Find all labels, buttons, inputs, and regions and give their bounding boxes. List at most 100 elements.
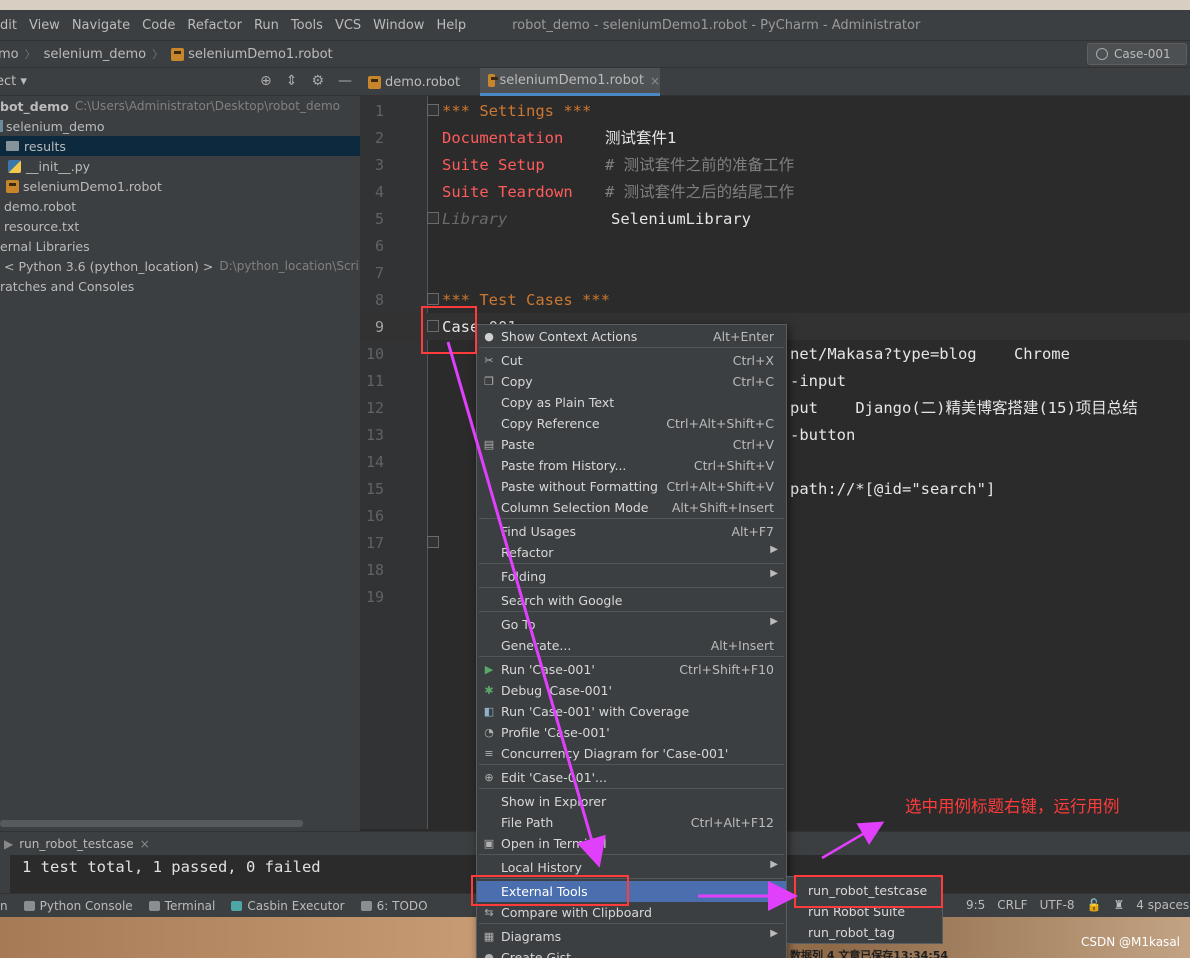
menu-item-column-selection-mode[interactable]: Column Selection Mode Alt+Shift+Insert bbox=[477, 497, 786, 518]
breadcrumb-file[interactable]: seleniumDemo1.robot bbox=[171, 47, 333, 62]
menu-refactor[interactable]: Refactor bbox=[181, 18, 248, 33]
menu-edit[interactable]: dit bbox=[0, 18, 23, 33]
menu-item-concurrency-diagram-for-case-001[interactable]: ≡ Concurrency Diagram for 'Case-001' bbox=[477, 743, 786, 764]
menu-item-external-tools[interactable]: External Tools ▶ bbox=[477, 881, 786, 902]
menu-item-copy-as-plain-text[interactable]: Copy as Plain Text bbox=[477, 392, 786, 413]
line-number: 2 bbox=[374, 129, 384, 147]
run-tab[interactable]: run_robot_testcase × bbox=[19, 837, 150, 851]
submenu-item-run-robot-suite[interactable]: run Robot Suite bbox=[787, 901, 942, 922]
menu-item-diagrams[interactable]: ▦ Diagrams ▶ bbox=[477, 926, 786, 947]
python-console-icon bbox=[23, 900, 35, 911]
code-line-2: Documentation bbox=[442, 125, 563, 152]
menu-item-open-in-terminal[interactable]: ▣ Open in Terminal bbox=[477, 833, 786, 854]
menu-view[interactable]: View bbox=[23, 18, 66, 33]
tree-item-init-py[interactable]: __init__.py bbox=[0, 156, 360, 176]
menu-item-show-context-actions[interactable]: ● Show Context Actions Alt+Enter bbox=[477, 326, 786, 347]
menu-run[interactable]: Run bbox=[248, 18, 285, 33]
menu-navigate[interactable]: Navigate bbox=[66, 18, 136, 33]
menu-item-profile-case-001[interactable]: ◔ Profile 'Case-001' bbox=[477, 722, 786, 743]
tab-demo-robot[interactable]: demo.robot bbox=[360, 68, 478, 96]
tree-item-python-sdk[interactable]: < Python 3.6 (python_location) > D:\pyth… bbox=[0, 256, 360, 276]
tree-item-external-libraries[interactable]: ernal Libraries bbox=[0, 236, 360, 256]
tool-window-run[interactable]: n bbox=[0, 899, 8, 913]
collapse-all-icon[interactable]: ⇕ bbox=[286, 73, 298, 89]
lock-icon[interactable]: 🔓 bbox=[1087, 898, 1102, 912]
menu-item-copy[interactable]: ❐ Copy Ctrl+C bbox=[477, 371, 786, 392]
menu-item-cut[interactable]: ✂ Cut Ctrl+X bbox=[477, 350, 786, 371]
menu-vcs[interactable]: VCS bbox=[329, 18, 367, 33]
tree-item-results[interactable]: results bbox=[0, 136, 360, 156]
tree-item-demo-robot[interactable]: demo.robot bbox=[0, 196, 360, 216]
menu-item-label: Copy as Plain Text bbox=[501, 395, 615, 410]
fold-icon[interactable] bbox=[427, 536, 439, 548]
fold-icon[interactable] bbox=[427, 104, 439, 116]
tree-item-seleniumdemo1-robot[interactable]: seleniumDemo1.robot bbox=[0, 176, 360, 196]
code-line-12: put Django(二)精美博客搭建(15)项目总结 bbox=[790, 399, 1138, 417]
window-title: robot_demo - seleniumDemo1.robot - PyCha… bbox=[512, 17, 921, 33]
profile-icon: ◔ bbox=[484, 726, 494, 739]
line-number: 14 bbox=[365, 453, 384, 471]
menu-item-paste-without-formatting[interactable]: Paste without Formatting Ctrl+Alt+Shift+V bbox=[477, 476, 786, 497]
fold-icon[interactable] bbox=[427, 320, 439, 332]
hide-icon[interactable]: — bbox=[338, 73, 352, 89]
tool-window-casbin[interactable]: Casbin Executor bbox=[231, 898, 345, 913]
menu-window[interactable]: Window bbox=[367, 18, 430, 33]
line-separator[interactable]: CRLF bbox=[997, 898, 1027, 912]
submenu-item-run-robot-testcase[interactable]: run_robot_testcase bbox=[787, 880, 942, 901]
menu-help[interactable]: Help bbox=[430, 18, 472, 33]
menu-item-label: Create Gist... bbox=[501, 950, 584, 958]
menu-item-search-with-google[interactable]: Search with Google bbox=[477, 590, 786, 611]
menu-item-refactor[interactable]: Refactor ▶ bbox=[477, 542, 786, 563]
menu-item-folding[interactable]: Folding ▶ bbox=[477, 566, 786, 587]
breadcrumb-project[interactable]: mo bbox=[0, 47, 19, 62]
fold-icon[interactable] bbox=[427, 293, 439, 305]
tool-window-python-console[interactable]: Python Console bbox=[23, 899, 133, 913]
close-icon[interactable]: × bbox=[650, 74, 660, 88]
gear-icon[interactable]: ⚙ bbox=[311, 73, 324, 89]
submenu-arrow-icon: ▶ bbox=[770, 859, 778, 870]
menu-item-go-to[interactable]: Go To ▶ bbox=[477, 614, 786, 635]
breadcrumb-folder[interactable]: selenium_demo bbox=[44, 47, 147, 62]
menu-item-run-case-001[interactable]: ▶ Run 'Case-001' Ctrl+Shift+F10 bbox=[477, 659, 786, 680]
tool-window-label: Casbin Executor bbox=[247, 898, 345, 913]
tree-item-resource-txt[interactable]: resource.txt bbox=[0, 216, 360, 236]
menu-item-run-case-001-with-coverage[interactable]: ◧ Run 'Case-001' with Coverage bbox=[477, 701, 786, 722]
tool-window-terminal[interactable]: Terminal bbox=[148, 899, 215, 913]
tree-item-selenium-demo[interactable]: selenium_demo bbox=[0, 116, 360, 136]
locate-icon[interactable]: ⊕ bbox=[260, 73, 272, 89]
menu-item-file-path[interactable]: File Path Ctrl+Alt+F12 bbox=[477, 812, 786, 833]
run-configuration-select[interactable]: Case-001 bbox=[1087, 43, 1187, 65]
menu-item-edit-case-001[interactable]: ⊕ Edit 'Case-001'... bbox=[477, 767, 786, 788]
breadcrumb-separator: 〉 bbox=[24, 48, 36, 61]
casbin-icon bbox=[231, 900, 243, 911]
menu-item-compare-with-clipboard[interactable]: ⇆ Compare with Clipboard bbox=[477, 902, 786, 923]
file-encoding[interactable]: UTF-8 bbox=[1040, 898, 1075, 912]
code-line-13: -button bbox=[790, 426, 856, 444]
caret-position[interactable]: 9:5 bbox=[966, 898, 985, 912]
tree-item-scratches[interactable]: ratches and Consoles bbox=[0, 276, 360, 296]
tab-seleniumdemo1-robot[interactable]: seleniumDemo1.robot × bbox=[480, 68, 660, 96]
indent-setting[interactable]: 4 spaces bbox=[1136, 898, 1189, 912]
project-view-select[interactable]: ect ▾ bbox=[0, 74, 27, 89]
menu-item-debug-case-001[interactable]: ✱ Debug 'Case-001' bbox=[477, 680, 786, 701]
inspector-icon[interactable]: ♜ bbox=[1114, 898, 1125, 912]
submenu-item-run-robot-tag[interactable]: run_robot_tag bbox=[787, 922, 942, 943]
fold-icon[interactable] bbox=[427, 212, 439, 224]
menu-item-find-usages[interactable]: Find Usages Alt+F7 bbox=[477, 521, 786, 542]
menu-item-generate[interactable]: Generate... Alt+Insert bbox=[477, 635, 786, 656]
menu-item-paste-from-history[interactable]: Paste from History... Ctrl+Shift+V bbox=[477, 455, 786, 476]
menu-item-copy-reference[interactable]: Copy Reference Ctrl+Alt+Shift+C bbox=[477, 413, 786, 434]
menu-code[interactable]: Code bbox=[136, 18, 181, 33]
close-icon[interactable]: × bbox=[140, 837, 150, 851]
project-tree-scrollbar[interactable] bbox=[0, 820, 303, 827]
menu-tools[interactable]: Tools bbox=[285, 18, 329, 33]
menu-item-create-gist[interactable]: ● Create Gist... bbox=[477, 947, 786, 958]
tree-item-label: results bbox=[24, 138, 66, 154]
menu-item-paste[interactable]: ▤ Paste Ctrl+V bbox=[477, 434, 786, 455]
menu-item-local-history[interactable]: Local History ▶ bbox=[477, 857, 786, 878]
tree-item-project-root[interactable]: bot_demo C:\Users\Administrator\Desktop\… bbox=[0, 96, 360, 116]
concurrency-icon: ≡ bbox=[484, 747, 494, 760]
menu-separator bbox=[479, 587, 784, 588]
menu-item-show-in-explorer[interactable]: Show in Explorer bbox=[477, 791, 786, 812]
tool-window-todo[interactable]: 6: TODO bbox=[360, 899, 428, 913]
